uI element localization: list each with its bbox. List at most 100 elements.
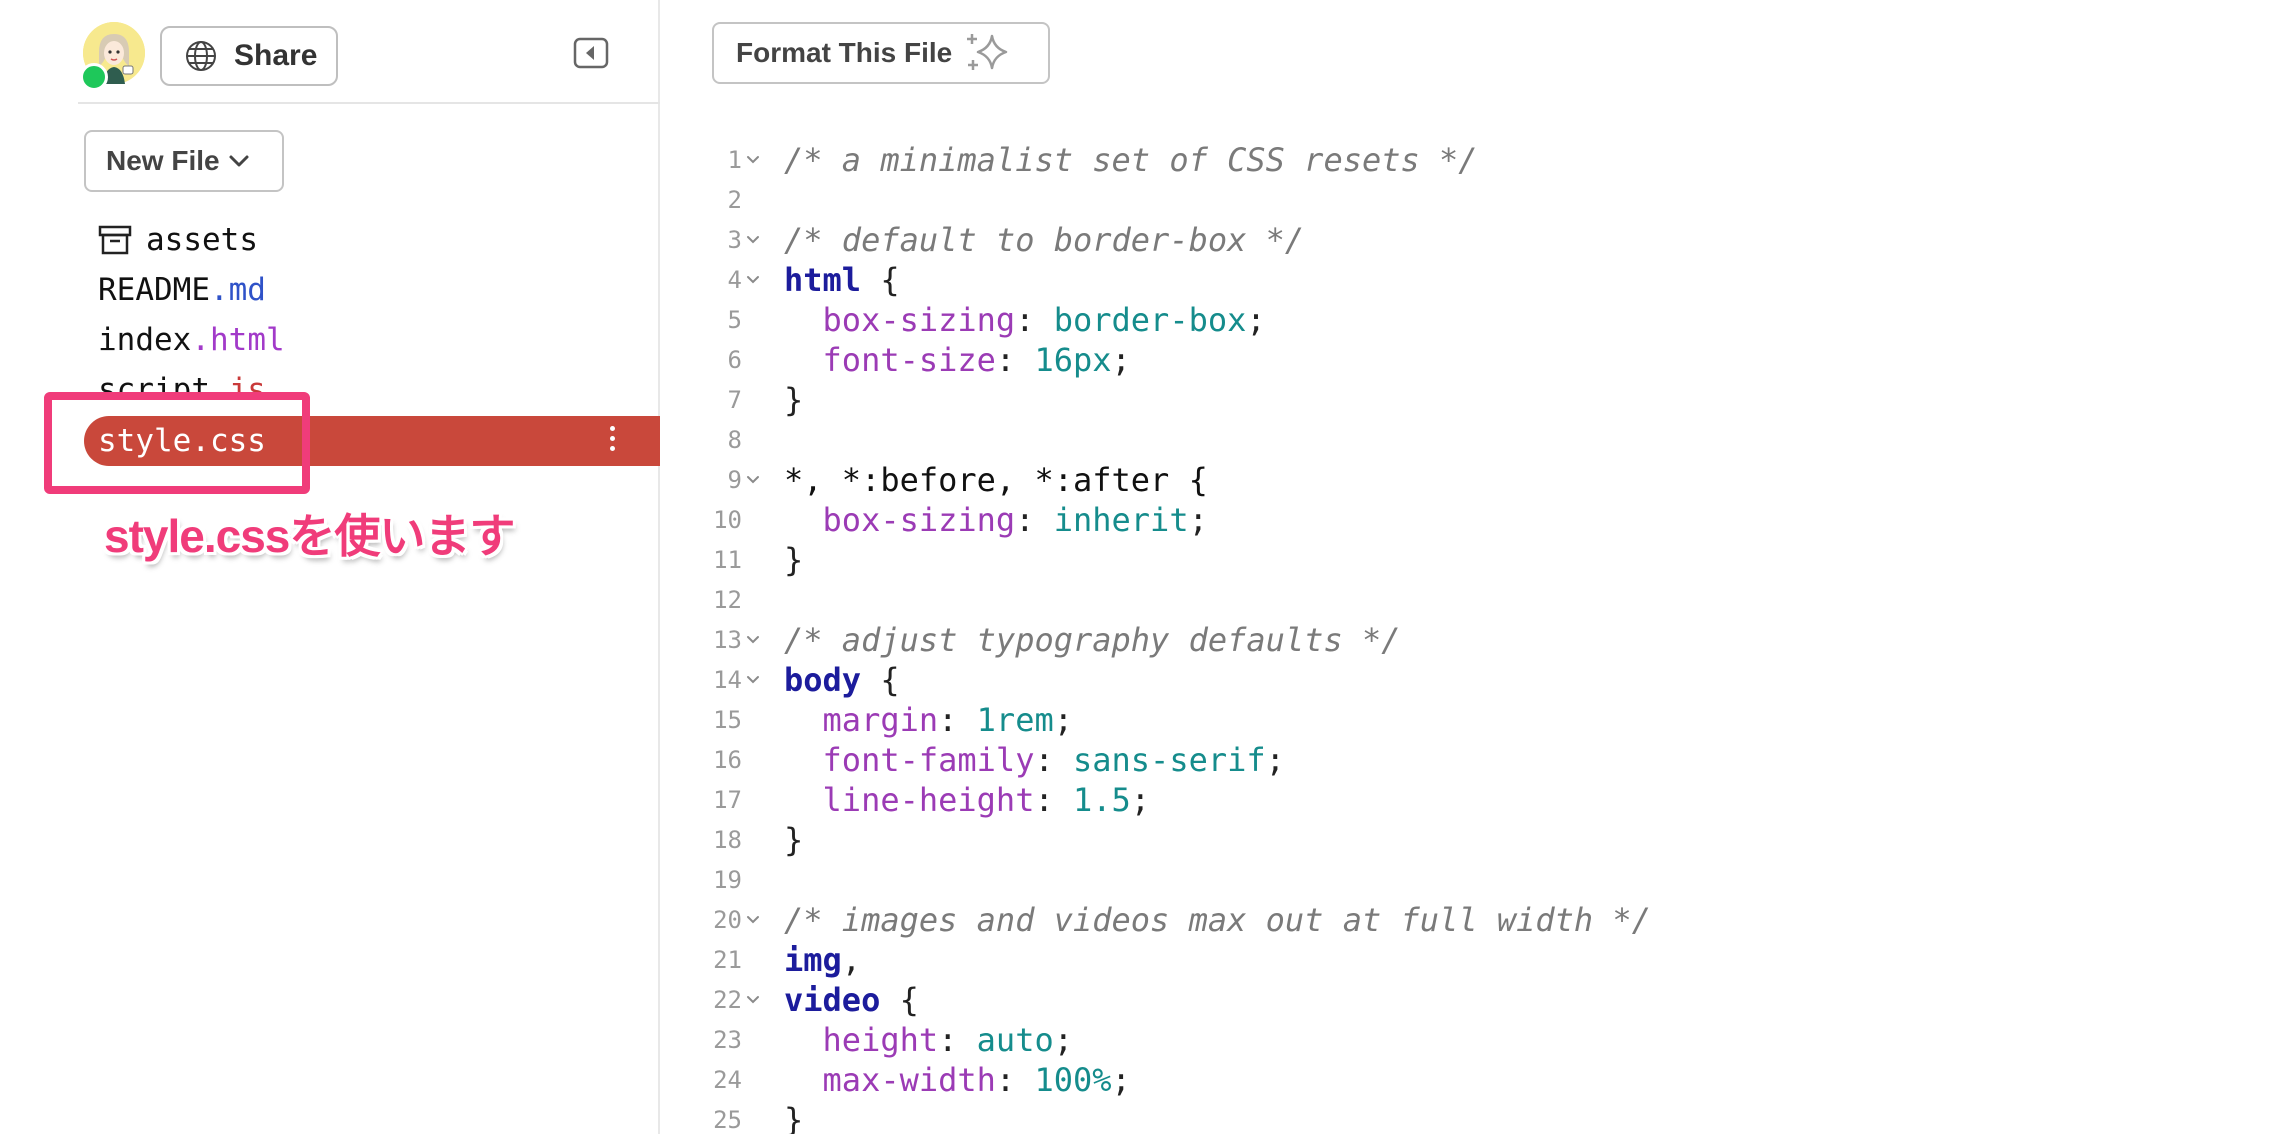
archive-box-icon xyxy=(98,225,132,255)
code-line[interactable]: 19 xyxy=(662,860,2276,900)
line-text: line-height: 1.5; xyxy=(784,780,1151,820)
code-token: max-width xyxy=(822,1061,996,1099)
line-text: box-sizing: inherit; xyxy=(784,500,1208,540)
line-text: } xyxy=(784,380,803,420)
code-area[interactable]: 1 /* a minimalist set of CSS resets */2 3/… xyxy=(662,140,2276,1134)
fold-chevron-icon[interactable] xyxy=(746,140,762,180)
code-line[interactable]: 22 video { xyxy=(662,980,2276,1020)
file-name: assets xyxy=(146,222,258,258)
line-text: box-sizing: border-box; xyxy=(784,300,1266,340)
code-token: 16px xyxy=(1034,341,1112,379)
code-token: *, *:before, *:after { xyxy=(784,461,1208,499)
code-line[interactable]: 15 margin: 1rem; xyxy=(662,700,2276,740)
line-number: 18 xyxy=(713,826,742,854)
code-editor: Format This File 1 /* a minimalist set of… xyxy=(662,0,2276,1134)
code-line[interactable]: 7} xyxy=(662,380,2276,420)
format-file-label: Format This File xyxy=(736,37,953,68)
line-number: 12 xyxy=(713,586,742,614)
line-number: 8 xyxy=(727,426,742,454)
code-line[interactable]: 21 img, xyxy=(662,940,2276,980)
code-line[interactable]: 12 xyxy=(662,580,2276,620)
code-line[interactable]: 5 box-sizing: border-box; xyxy=(662,300,2276,340)
fold-chevron-icon[interactable] xyxy=(746,220,762,260)
line-text: height: auto; xyxy=(784,1020,1073,1060)
code-line[interactable]: 11} xyxy=(662,540,2276,580)
code-line[interactable]: 3 /* default to border-box */ xyxy=(662,220,2276,260)
file-item-style-css[interactable]: style.css xyxy=(84,416,660,466)
code-line[interactable]: 6 font-size: 16px; xyxy=(662,340,2276,380)
line-text: /* default to border-box */ xyxy=(784,220,1304,260)
fold-chevron-icon[interactable] xyxy=(746,260,762,300)
file-item-index-html[interactable]: index.html xyxy=(84,318,285,362)
code-token: ; xyxy=(1111,341,1131,379)
share-label: Share xyxy=(234,39,318,72)
code-token: /* a minimalist set of CSS resets */ xyxy=(784,141,1478,179)
chevron-down-icon xyxy=(229,155,249,167)
sidebar: Share New File assets README.md index.ht… xyxy=(0,0,660,1134)
line-number: 5 xyxy=(727,306,742,334)
fold-chevron-icon[interactable] xyxy=(746,460,762,500)
globe-icon xyxy=(186,41,216,71)
code-token: /* adjust typography defaults */ xyxy=(784,621,1401,659)
code-line[interactable]: 23 height: auto; xyxy=(662,1020,2276,1060)
code-token: ; xyxy=(1246,301,1266,339)
file-extension: .js xyxy=(209,372,266,394)
code-token: : xyxy=(1034,741,1073,779)
fold-chevron-icon[interactable] xyxy=(746,620,762,660)
code-line[interactable]: 8 xyxy=(662,420,2276,460)
line-number: 17 xyxy=(713,786,742,814)
collapse-sidebar-icon xyxy=(573,37,609,69)
code-line[interactable]: 17 line-height: 1.5; xyxy=(662,780,2276,820)
line-number: 1 xyxy=(727,146,742,174)
line-number: 15 xyxy=(713,706,742,734)
code-line[interactable]: 25} xyxy=(662,1100,2276,1134)
fold-chevron-icon[interactable] xyxy=(746,980,762,1020)
line-text: img, xyxy=(784,940,861,980)
fold-chevron-icon[interactable] xyxy=(746,660,762,700)
code-token: html xyxy=(784,261,862,299)
line-number: 25 xyxy=(713,1106,742,1134)
code-line[interactable]: 14 body { xyxy=(662,660,2276,700)
code-token: 100% xyxy=(1034,1061,1112,1099)
code-token: : xyxy=(995,341,1035,379)
code-token: : xyxy=(995,1061,1035,1099)
code-token: ; xyxy=(1130,781,1151,819)
code-line[interactable]: 20 /* images and videos max out at full w… xyxy=(662,900,2276,940)
code-token: font-family xyxy=(822,741,1035,779)
kebab-menu-icon[interactable] xyxy=(608,426,616,456)
code-line[interactable]: 10 box-sizing: inherit; xyxy=(662,500,2276,540)
line-text: body { xyxy=(784,660,900,700)
line-number: 20 xyxy=(713,906,742,934)
file-basename: script xyxy=(98,372,210,394)
line-text: max-width: 100%; xyxy=(784,1060,1131,1100)
line-number: 22 xyxy=(713,986,742,1014)
code-line[interactable]: 13 /* adjust typography defaults */ xyxy=(662,620,2276,660)
code-token: : xyxy=(938,701,977,739)
code-line[interactable]: 16 font-family: sans-serif; xyxy=(662,740,2276,780)
code-line[interactable]: 18} xyxy=(662,820,2276,860)
code-line[interactable]: 24 max-width: 100%; xyxy=(662,1060,2276,1100)
file-item-readme[interactable]: README.md xyxy=(84,268,266,312)
code-line[interactable]: 1 /* a minimalist set of CSS resets */ xyxy=(662,140,2276,180)
code-line[interactable]: 9 *, *:before, *:after { xyxy=(662,460,2276,500)
new-file-button[interactable]: New File xyxy=(84,130,284,192)
code-token: { xyxy=(861,261,900,299)
code-token: : xyxy=(1015,501,1054,539)
line-text: *, *:before, *:after { xyxy=(784,460,1208,500)
format-file-button[interactable]: Format This File xyxy=(712,22,1050,84)
file-item-assets[interactable]: assets xyxy=(84,218,258,262)
file-name: README.md xyxy=(84,272,266,308)
line-text: } xyxy=(784,1100,803,1134)
collapse-sidebar-button[interactable] xyxy=(573,36,609,70)
line-number: 11 xyxy=(713,546,742,574)
code-line[interactable]: 2 xyxy=(662,180,2276,220)
line-number: 10 xyxy=(713,506,742,534)
share-button[interactable]: Share xyxy=(160,26,338,86)
file-item-script-js[interactable]: script.js xyxy=(84,368,266,394)
code-line[interactable]: 4 html { xyxy=(662,260,2276,300)
fold-chevron-icon[interactable] xyxy=(746,900,762,940)
code-token: video xyxy=(784,981,881,1019)
